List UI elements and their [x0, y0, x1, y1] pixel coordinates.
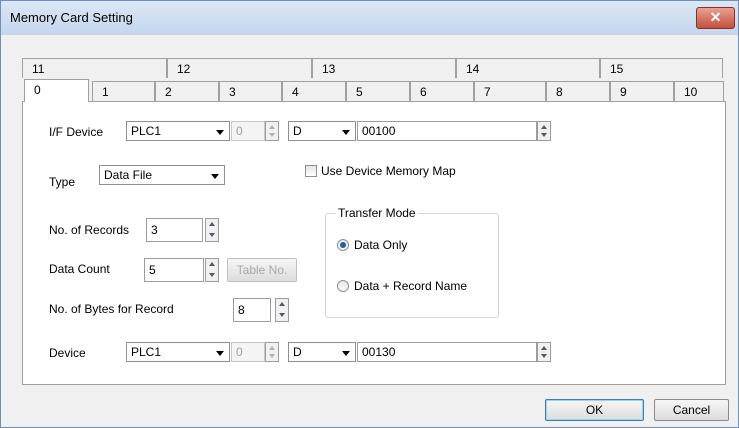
tab-14[interactable]: 14: [456, 58, 600, 78]
tab-4[interactable]: 4: [282, 81, 346, 101]
title-bar[interactable]: Memory Card Setting ✕: [1, 1, 738, 35]
tab-10[interactable]: 10: [674, 81, 724, 101]
records-label: No. of Records: [49, 223, 130, 237]
records-spinner[interactable]: [205, 218, 219, 242]
tab-7[interactable]: 7: [474, 81, 546, 101]
type-label: Type: [49, 175, 76, 189]
data-only-radio[interactable]: [337, 239, 349, 251]
arrow-down-icon: [269, 354, 275, 358]
device-type-select[interactable]: D: [288, 342, 356, 362]
tab-3[interactable]: 3: [219, 81, 282, 101]
arrow-up-icon: [279, 302, 285, 306]
tab-15[interactable]: 15: [600, 58, 723, 78]
arrow-down-icon: [279, 313, 285, 317]
arrow-down-icon: [541, 133, 547, 137]
if-device-address-field[interactable]: 00100: [357, 121, 537, 141]
if-device-station-spinner: [265, 121, 279, 141]
arrow-up-icon: [541, 346, 547, 350]
data-record-name-radio[interactable]: [337, 280, 349, 292]
chevron-down-icon: [342, 351, 350, 356]
bytes-field[interactable]: 8: [233, 298, 271, 322]
tab-8[interactable]: 8: [546, 81, 610, 101]
tab-12[interactable]: 12: [167, 58, 312, 78]
arrow-down-icon: [209, 273, 215, 277]
tab-2[interactable]: 2: [155, 81, 219, 101]
ok-button[interactable]: OK: [545, 399, 644, 421]
device-label: Device: [49, 346, 86, 360]
data-count-field[interactable]: 5: [144, 258, 204, 282]
if-device-type-select[interactable]: D: [288, 121, 356, 141]
dialog-title: Memory Card Setting: [10, 10, 133, 25]
arrow-down-icon: [269, 133, 275, 137]
if-device-address-spinner[interactable]: [537, 121, 551, 141]
records-field[interactable]: 3: [146, 218, 203, 242]
if-device-station-field: 0: [231, 121, 265, 141]
use-device-memory-map-checkbox[interactable]: [305, 165, 317, 177]
chevron-down-icon: [211, 174, 219, 179]
tab-0[interactable]: 0: [24, 79, 89, 102]
if-device-plc-select[interactable]: PLC1: [126, 121, 230, 141]
chevron-down-icon: [216, 351, 224, 356]
arrow-up-icon: [209, 262, 215, 266]
tab-9[interactable]: 9: [610, 81, 674, 101]
device-station-field: 0: [231, 342, 265, 362]
tab-6[interactable]: 6: [410, 81, 474, 101]
chevron-down-icon: [216, 130, 224, 135]
arrow-down-icon: [209, 233, 215, 237]
chevron-down-icon: [342, 130, 350, 135]
cancel-button[interactable]: Cancel: [654, 399, 729, 421]
transfer-mode-group: Transfer Mode Data Only Data + Record Na…: [325, 206, 499, 318]
tab-5[interactable]: 5: [346, 81, 410, 101]
arrow-up-icon: [541, 125, 547, 129]
bytes-spinner[interactable]: [275, 298, 289, 322]
arrow-down-icon: [541, 354, 547, 358]
close-button[interactable]: ✕: [696, 7, 735, 29]
data-record-name-label: Data + Record Name: [354, 279, 468, 293]
use-device-memory-map-label: Use Device Memory Map: [321, 164, 456, 178]
tab-1[interactable]: 1: [92, 81, 155, 101]
transfer-mode-title: Transfer Mode: [336, 206, 418, 220]
type-select[interactable]: Data File: [99, 165, 225, 185]
arrow-up-icon: [269, 346, 275, 350]
arrow-up-icon: [269, 125, 275, 129]
data-count-label: Data Count: [49, 262, 110, 276]
device-station-spinner: [265, 342, 279, 362]
data-only-label: Data Only: [354, 238, 408, 252]
data-count-spinner[interactable]: [205, 258, 219, 282]
tab-13[interactable]: 13: [312, 58, 456, 78]
device-address-spinner[interactable]: [537, 342, 551, 362]
memory-card-setting-dialog: Memory Card Setting ✕ 11 12 13 14 15 0 1…: [0, 0, 739, 428]
arrow-up-icon: [209, 222, 215, 226]
device-address-field[interactable]: 00130: [357, 342, 537, 362]
table-no-button[interactable]: Table No.: [227, 258, 297, 282]
tab-panel: I/F Device PLC1 0 D 00100 Type Data File…: [22, 101, 726, 385]
if-device-label: I/F Device: [49, 125, 104, 139]
device-plc-select[interactable]: PLC1: [126, 342, 230, 362]
bytes-label: No. of Bytes for Record: [49, 302, 174, 316]
tab-11[interactable]: 11: [22, 58, 167, 78]
